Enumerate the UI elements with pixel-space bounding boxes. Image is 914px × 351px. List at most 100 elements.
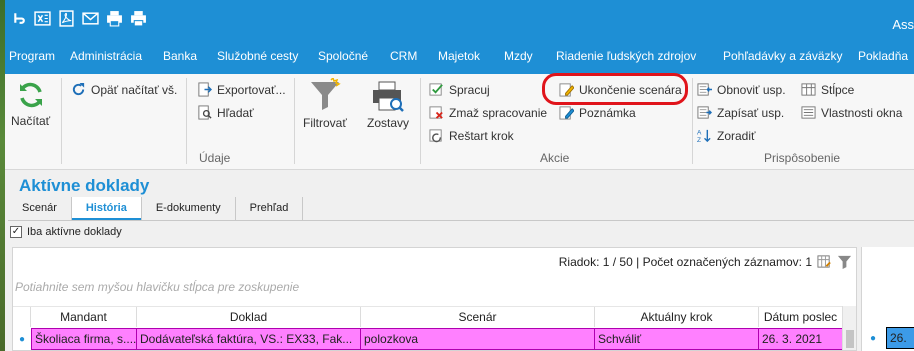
svg-text:A: A [697,130,702,137]
print-preview-icon[interactable] [129,9,147,27]
user-label: Ass [892,17,914,32]
header-indicator [13,307,31,327]
stlpce-label: Stĺpce [821,82,855,97]
obnovit-usp-label: Obnoviť usp. [717,82,786,97]
grid-filter-icon[interactable] [837,254,852,269]
restore-layout-icon [697,83,712,96]
menu-riadenie-ludskych-zdrojov[interactable]: Riadenie ľudských zdrojov [556,49,696,63]
column-header-mandant[interactable]: Mandant [31,307,137,327]
cell-scenar[interactable]: polozkova [361,328,595,350]
active-filter[interactable]: ✓ Iba aktívne doklady [10,226,122,238]
filtrovat-button[interactable]: Filtrovať [303,78,347,130]
restart-krok-label: Reštart krok [449,128,514,143]
ribbon: Načítať Opäť načítať vš. Exportovať... H… [5,74,914,170]
zapisat-usp-label: Zapísať usp. [717,105,785,120]
restart-krok-button[interactable]: Reštart krok [429,128,514,143]
cell-mandant[interactable]: Školiaca firma, s.... [31,328,137,350]
export-icon [198,82,212,97]
title-bar: Ass [5,0,914,38]
restart-icon [429,129,442,143]
nacitat-button[interactable]: Načítať [11,80,50,128]
email-icon[interactable] [81,9,99,27]
menu-banka[interactable]: Banka [163,49,197,63]
hladat-label: Hľadať [217,105,254,120]
main-menu: Program Administrácia Banka Služobné ces… [5,38,914,74]
data-grid: Riadok: 1 / 50 | Počet označených záznam… [12,247,857,351]
note-icon [559,106,574,120]
column-header-doklad[interactable]: Doklad [137,307,361,327]
columns-icon [801,83,816,96]
obnovit-usp-button[interactable]: Obnoviť usp. [697,82,786,97]
grid-header: Mandant Doklad Scenár Aktuálny krok Dátu… [13,306,856,327]
cell-doklad[interactable]: Dodávateľská faktúra, VS.: EX33, Fak... [137,328,361,350]
menu-spolocne[interactable]: Spoločné [318,49,368,63]
background-strip [0,0,5,351]
sort-az-icon: AZ [697,130,711,143]
vertical-scrollbar[interactable] [842,306,856,350]
zoradit-button[interactable]: AZ Zoradiť [697,128,756,144]
scrollbar-thumb[interactable] [846,330,854,348]
vlastnosti-okna-button[interactable]: Vlastnosti okna [801,105,902,120]
back-icon[interactable] [9,9,27,27]
svg-text:Z: Z [697,137,701,143]
tab-bar: Scenár História E-dokumenty Prehľad [8,197,304,220]
print-icon[interactable] [105,9,123,27]
cell-datum-right[interactable]: 26. 3 [886,327,914,349]
zmaz-spracovanie-button[interactable]: Zmaž spracovanie [429,105,547,120]
find-icon [198,105,212,120]
spracuj-label: Spracuj [449,82,490,97]
table-row[interactable]: ● Školiaca firma, s.... Dodávateľská fak… [13,328,856,350]
nacitat-label: Načítať [11,114,51,128]
group-label-prisposobenie: Prispôsobenie [764,151,841,165]
delete-icon [429,106,443,119]
group-label-akcie: Akcie [540,151,570,165]
menu-mzdy[interactable]: Mzdy [504,49,533,63]
tab-historia[interactable]: História [71,197,142,220]
active-only-checkbox[interactable]: ✓ [10,226,22,238]
menu-majetok[interactable]: Majetok [438,49,480,63]
hladat-button[interactable]: Hľadať [197,105,254,120]
group-label-udaje: Údaje [199,151,231,165]
separator [61,78,62,164]
cell-datum[interactable]: 26. 3. 2021 [759,328,843,350]
check-icon [429,83,443,96]
filtrovat-label: Filtrovať [303,116,347,130]
column-header-datum[interactable]: Dátum poslec [759,307,843,327]
menu-pokladna[interactable]: Pokladňa [858,49,908,63]
quick-access-toolbar [9,9,147,27]
zostavy-label: Zostavy [367,116,410,130]
separator [420,78,421,164]
excel-icon[interactable] [33,9,51,27]
stlpce-button[interactable]: Stĺpce [801,82,854,97]
menu-crm[interactable]: CRM [390,49,417,63]
tab-scenar[interactable]: Scenár [8,197,72,220]
zapisat-usp-button[interactable]: Zapísať usp. [697,105,784,120]
menu-sluzobne-cesty[interactable]: Služobné cesty [217,49,298,63]
grid-export-icon[interactable] [817,254,832,269]
exportovat-button[interactable]: Exportovať... [197,82,286,97]
pdf-icon[interactable] [57,9,75,27]
poznamka-button[interactable]: Poznámka [559,105,636,120]
poznamka-label: Poznámka [579,105,636,120]
grid-status: Riadok: 1 / 50 | Počet označených záznam… [559,254,852,269]
spracuj-button[interactable]: Spracuj [429,82,490,97]
menu-pohladavky-a-zavazky[interactable]: Pohľadávky a záväzky [723,49,843,63]
separator [692,78,693,164]
row-indicator: ● [13,328,31,350]
zostavy-button[interactable]: Zostavy [367,80,409,130]
zmaz-spracovanie-label: Zmaž spracovanie [449,105,548,120]
cell-aktualny-krok[interactable]: Schváliť [595,328,759,350]
window-properties-icon [801,106,816,119]
separator [186,78,187,164]
menu-program[interactable]: Program [9,49,55,63]
opat-nacitat-button[interactable]: Opäť načítať vš. [71,82,177,97]
column-header-aktualny-krok[interactable]: Aktuálny krok [595,307,759,327]
tab-prehlad[interactable]: Prehľad [236,197,304,220]
column-header-scenar[interactable]: Scenár [361,307,595,327]
grid-status-text: Riadok: 1 / 50 | Počet označených záznam… [558,254,812,269]
menu-administracia[interactable]: Administrácia [70,49,142,63]
tab-e-dokumenty[interactable]: E-dokumenty [142,197,236,220]
group-by-hint: Potiahnite sem myšou hlavičku stĺpca pre… [15,280,300,294]
save-layout-icon [697,106,712,119]
right-grid-pane: ● 26. 3 [861,247,914,351]
